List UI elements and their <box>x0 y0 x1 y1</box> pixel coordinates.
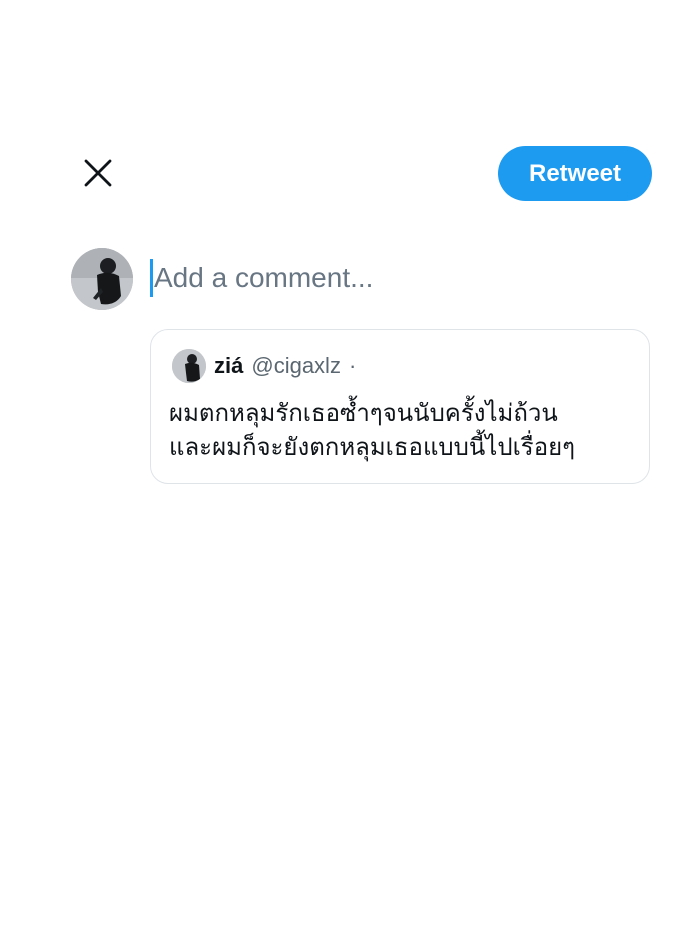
retweet-button[interactable]: Retweet <box>498 146 652 201</box>
close-icon <box>84 159 112 187</box>
header-separator: · <box>348 353 357 378</box>
close-button[interactable] <box>78 153 118 193</box>
quoted-tweet-line: ผมตกหลุมรักเธอซ้ำๆจนนับครั้งไม่ถ้วน <box>169 399 558 427</box>
text-cursor <box>150 259 153 297</box>
quoted-tweet-header: ziá @cigaxlz · <box>172 349 356 383</box>
user-avatar[interactable] <box>71 248 133 310</box>
quoted-user-handle: @cigaxlz <box>251 353 341 378</box>
quoted-user-avatar <box>172 349 206 383</box>
comment-input[interactable] <box>154 256 644 300</box>
comment-composer[interactable] <box>150 256 650 300</box>
quoted-tweet-card[interactable]: ziá @cigaxlz · ผมตกหลุมรักเธอซ้ำๆจนนับคร… <box>150 329 650 484</box>
quoted-tweet-line: และผมก็จะยังตกหลุมเธอแบบนี้ไปเรื่อยๆ <box>169 433 576 461</box>
quoted-user-name: ziá <box>214 353 244 378</box>
quoted-tweet-text: ผมตกหลุมรักเธอซ้ำๆจนนับครั้งไม่ถ้วน และผ… <box>169 396 639 464</box>
